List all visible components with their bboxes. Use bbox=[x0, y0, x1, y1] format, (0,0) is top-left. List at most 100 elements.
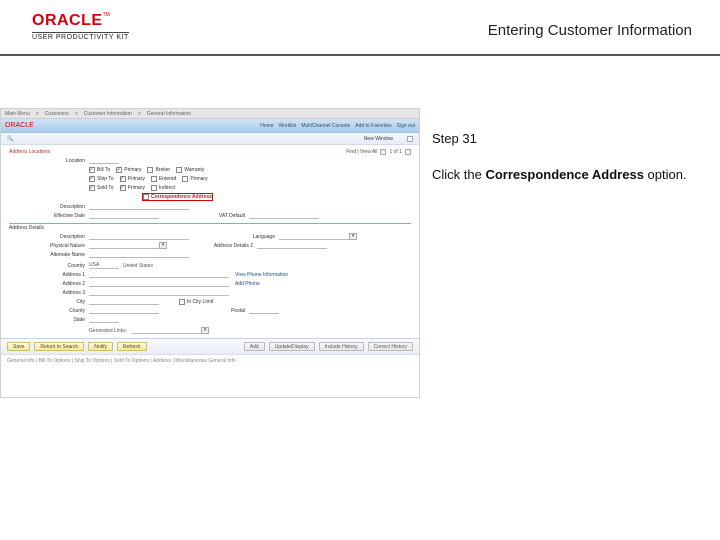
instruction-post: option. bbox=[644, 167, 687, 182]
top-links: Home Worklist MultiChannel Console Add t… bbox=[260, 123, 415, 129]
label-country: Country bbox=[9, 263, 89, 269]
oracle-logo: ORACLETM USER PRODUCTIVITY KIT bbox=[32, 12, 129, 41]
label-generated-links: Generated Links: bbox=[89, 328, 127, 334]
field-county[interactable] bbox=[89, 307, 159, 314]
toolbar-newwindow[interactable]: New Window bbox=[364, 136, 393, 142]
label-desc2: Description bbox=[9, 234, 89, 240]
label-physical: Physical Nature bbox=[9, 243, 89, 249]
label-effdate: Effective Date bbox=[9, 213, 89, 219]
instruction-pre: Click the bbox=[432, 167, 485, 182]
page-title: Entering Customer Information bbox=[488, 22, 692, 39]
includehistory-button[interactable]: Include History bbox=[319, 342, 364, 351]
crumb-3[interactable]: General Information bbox=[147, 111, 191, 117]
add-button[interactable]: Add bbox=[244, 342, 265, 351]
check-primary1[interactable]: Primary bbox=[116, 167, 141, 173]
label-altdetails: Address Details 2 bbox=[187, 243, 257, 249]
toolbar-square-icon[interactable] bbox=[407, 136, 413, 142]
step-label: Step 31 bbox=[432, 130, 692, 148]
app-logo: ORACLE bbox=[5, 122, 34, 129]
physical-dropdown-icon[interactable]: ▾ bbox=[159, 242, 167, 249]
field-generated-links[interactable] bbox=[131, 327, 201, 334]
field-addr1[interactable] bbox=[89, 271, 229, 278]
field-addr3[interactable] bbox=[89, 289, 229, 296]
checkbox-grid: Bill To Primary Broker Warranty bbox=[89, 167, 411, 173]
field-altname[interactable] bbox=[89, 251, 189, 258]
field-physical[interactable] bbox=[89, 242, 159, 249]
app-titlebar: ORACLE Home Worklist MultiChannel Consol… bbox=[1, 119, 419, 133]
record-nav: Find | View All 1 of 1 bbox=[346, 149, 411, 155]
crumb-1[interactable]: Customers bbox=[45, 111, 69, 117]
check-broker[interactable]: Broker bbox=[147, 167, 170, 173]
field-addr2[interactable] bbox=[89, 280, 229, 287]
app-screenshot: Main Menu> Customers> Customer Informati… bbox=[0, 108, 420, 398]
language-dropdown-icon[interactable]: ▾ bbox=[349, 233, 357, 240]
field-location[interactable] bbox=[89, 157, 119, 164]
nav-last-icon[interactable] bbox=[405, 149, 411, 155]
link-add-phone[interactable]: Add Phone bbox=[235, 281, 260, 287]
instruction-bold: Correspondence Address bbox=[485, 167, 643, 182]
label-addr3: Address 3 bbox=[9, 290, 89, 296]
nav-first-icon[interactable] bbox=[380, 149, 386, 155]
save-button[interactable]: Save bbox=[7, 342, 30, 351]
link-view-phone[interactable]: View Phone Information bbox=[235, 272, 288, 278]
link-favorites[interactable]: Add to Favorites bbox=[355, 123, 391, 129]
check-indirect[interactable]: Indirect bbox=[151, 185, 175, 191]
field-state[interactable] bbox=[89, 316, 119, 323]
label-state: State bbox=[9, 317, 89, 323]
label-altname: Alternate Name bbox=[9, 252, 89, 258]
breadcrumb: Main Menu> Customers> Customer Informati… bbox=[1, 109, 419, 119]
nav-counter: 1 of 1 bbox=[389, 149, 402, 155]
check-warranty[interactable]: Warranty bbox=[176, 167, 204, 173]
label-addr1: Address 1 bbox=[9, 272, 89, 278]
instruction-panel: Step 31 Click the Correspondence Address… bbox=[432, 130, 692, 183]
link-worklist[interactable]: Worklist bbox=[279, 123, 297, 129]
label-description: Description bbox=[9, 204, 89, 210]
label-location: Location bbox=[9, 158, 89, 164]
check-entered[interactable]: Entered bbox=[151, 176, 177, 182]
section-address-details: Address Details bbox=[9, 223, 411, 231]
nav-findview[interactable]: Find | View All bbox=[346, 149, 377, 155]
logo-tm: TM bbox=[103, 12, 110, 18]
label-county: County bbox=[9, 308, 89, 314]
check-primary2[interactable]: Primary bbox=[120, 176, 145, 182]
field-city[interactable] bbox=[89, 298, 159, 305]
check-billto[interactable]: Bill To bbox=[89, 167, 110, 173]
correcthistory-button[interactable]: Correct History bbox=[368, 342, 413, 351]
check-incitylimit[interactable]: In City Limit bbox=[179, 299, 213, 305]
link-multichannel[interactable]: MultiChannel Console bbox=[301, 123, 350, 129]
check-correspondence-address[interactable]: Correspondence Address bbox=[143, 194, 212, 200]
field-effdate[interactable] bbox=[89, 212, 159, 219]
updatedisplay-button[interactable]: Update/Display bbox=[269, 342, 315, 351]
field-vat[interactable] bbox=[249, 212, 319, 219]
country-display: United States bbox=[123, 263, 153, 269]
label-vat: VAT Default bbox=[179, 213, 249, 219]
check-primary4[interactable]: Primary bbox=[182, 176, 207, 182]
label-city: City bbox=[9, 299, 89, 305]
toolbar-search-icon[interactable]: 🔍 bbox=[7, 136, 13, 142]
field-country[interactable]: USA bbox=[89, 262, 119, 269]
action-bar: Save Return to Search Notify Refresh Add… bbox=[1, 338, 419, 354]
check-primary3[interactable]: Primary bbox=[120, 185, 145, 191]
field-desc2[interactable] bbox=[89, 233, 189, 240]
genlinks-dropdown-icon[interactable]: ▾ bbox=[201, 327, 209, 334]
logo-subline: USER PRODUCTIVITY KIT bbox=[32, 32, 129, 41]
toolbar: 🔍 New Window bbox=[1, 133, 419, 145]
bottom-tabs[interactable]: General Info | Bill To Options | Ship To… bbox=[1, 354, 419, 364]
field-language[interactable] bbox=[279, 233, 349, 240]
page-header: ORACLETM USER PRODUCTIVITY KIT Entering … bbox=[0, 0, 720, 56]
return-button[interactable]: Return to Search bbox=[34, 342, 84, 351]
field-altdetails[interactable] bbox=[257, 242, 327, 249]
section-address-locations: Address Locations bbox=[9, 149, 50, 155]
crumb-2[interactable]: Customer Information bbox=[84, 111, 132, 117]
link-signout[interactable]: Sign out bbox=[397, 123, 415, 129]
check-shipto[interactable]: Ship To bbox=[89, 176, 114, 182]
refresh-button[interactable]: Refresh bbox=[117, 342, 147, 351]
notify-button[interactable]: Notify bbox=[88, 342, 113, 351]
label-postal: Postal bbox=[179, 308, 249, 314]
check-soldto[interactable]: Sold To bbox=[89, 185, 114, 191]
instruction-text: Click the Correspondence Address option. bbox=[432, 166, 692, 184]
link-home[interactable]: Home bbox=[260, 123, 273, 129]
field-postal[interactable] bbox=[249, 307, 279, 314]
crumb-0[interactable]: Main Menu bbox=[5, 111, 30, 117]
field-description[interactable] bbox=[89, 203, 189, 210]
